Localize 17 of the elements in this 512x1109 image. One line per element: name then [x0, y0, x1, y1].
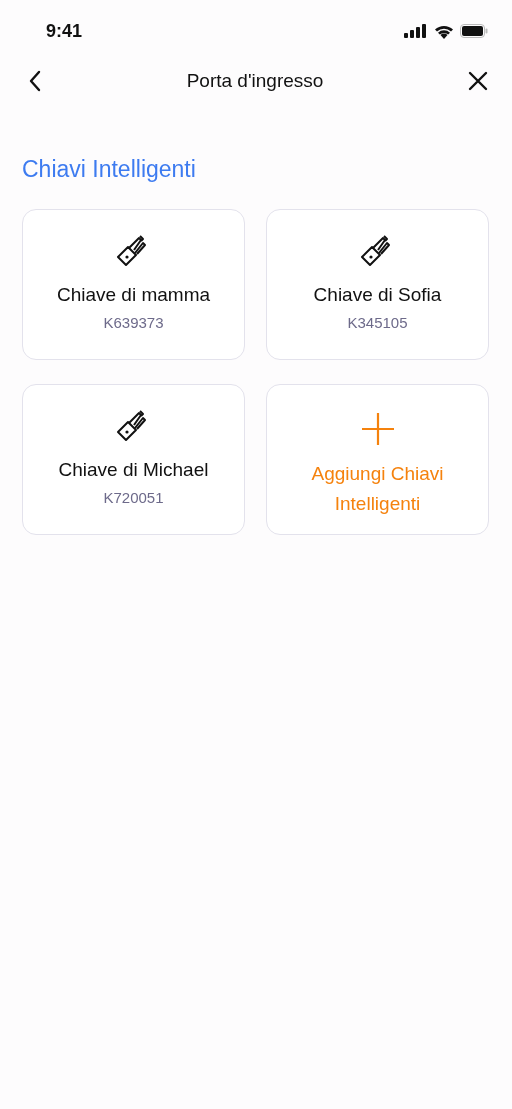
- plus-icon: [361, 413, 394, 445]
- section-title: Chiavi Intelligenti: [21, 156, 197, 183]
- key-card[interactable]: Chiave di Sofia K345105: [266, 209, 489, 360]
- wifi-icon: [434, 23, 454, 39]
- add-key-label: Aggiungi Chiavi Intelligenti: [310, 462, 445, 516]
- key-name: Chiave di Michael: [58, 459, 209, 481]
- key-code: K720051: [103, 489, 164, 506]
- signal-icon: [404, 24, 428, 38]
- key-card[interactable]: Chiave di mamma K639373: [22, 209, 245, 360]
- key-name: Chiave di Sofia: [313, 284, 442, 306]
- status-time: 9:41: [46, 20, 83, 42]
- key-code: K345105: [347, 314, 408, 331]
- key-name: Chiave di mamma: [56, 284, 211, 306]
- battery-icon: [460, 24, 488, 38]
- key-code: K639373: [103, 314, 164, 331]
- key-card[interactable]: Chiave di Michael K720051: [22, 384, 245, 535]
- nav-title: Porta d'ingresso: [186, 70, 324, 92]
